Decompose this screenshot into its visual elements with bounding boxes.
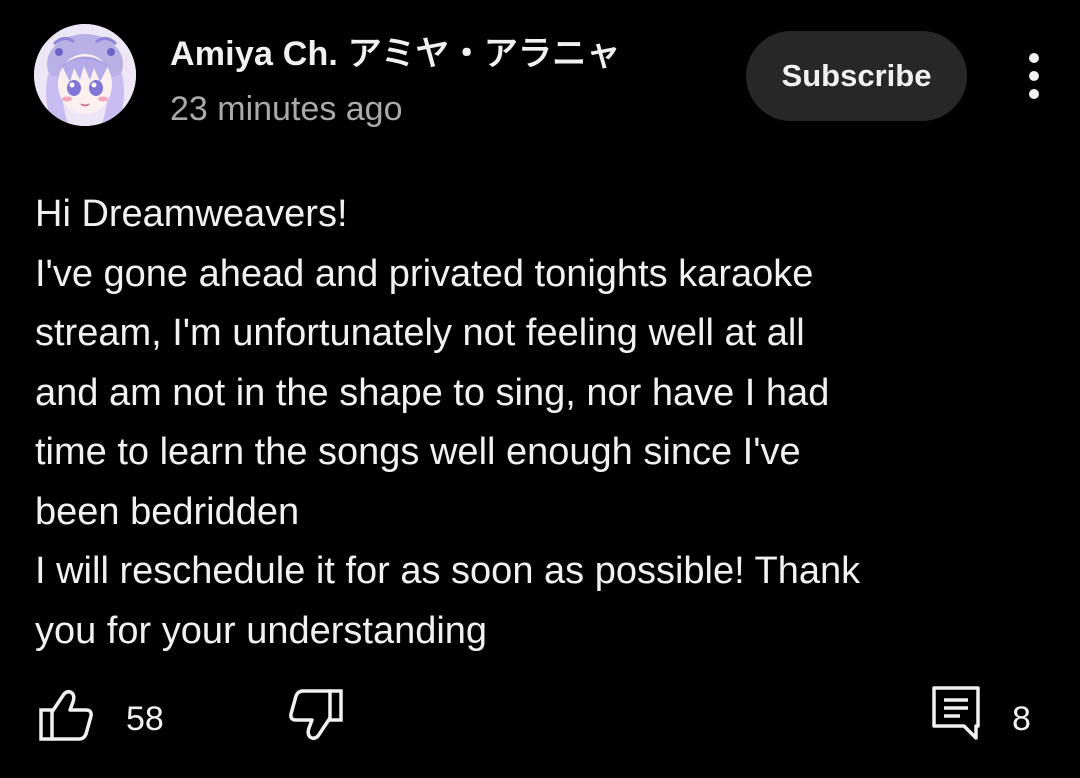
like-count: 58 <box>126 700 164 738</box>
comment-line: time to learn the songs well enough sinc… <box>35 431 801 473</box>
comment-line: I've gone ahead and privated tonights ka… <box>35 252 814 295</box>
avatar[interactable] <box>34 24 136 126</box>
like-button[interactable] <box>38 688 94 742</box>
comment-line: Hi Dreamweavers! <box>35 193 348 235</box>
author-name[interactable]: Amiya Ch. アミヤ・アラニャ <box>170 26 621 75</box>
community-post: Amiya Ch. アミヤ・アラニャ 23 minutes ago Subscr… <box>0 0 1080 778</box>
comment-line: you for your understanding <box>35 609 488 652</box>
more-vert-icon <box>1029 53 1039 99</box>
comment-icon <box>932 686 980 740</box>
comment-line: been bedridden <box>35 490 300 533</box>
thumbs-down-icon <box>289 689 343 741</box>
comment-line: stream, I'm unfortunately not feeling we… <box>35 312 805 354</box>
avatar-image <box>34 24 136 126</box>
comment-line: and am not in the shape to sing, nor hav… <box>35 371 830 414</box>
post-timestamp: 23 minutes ago <box>170 90 403 128</box>
comment-line: I will reschedule it for as soon as poss… <box>35 550 861 592</box>
subscribe-button[interactable]: Subscribe <box>746 31 967 121</box>
thumbs-up-icon <box>39 689 93 741</box>
dislike-button[interactable] <box>288 688 344 742</box>
reply-count: 8 <box>1012 700 1031 738</box>
more-options-button[interactable] <box>1012 50 1056 102</box>
reply-button[interactable] <box>930 684 982 742</box>
comment-text: Hi Dreamweavers! I've gone ahead and pri… <box>35 185 1045 661</box>
